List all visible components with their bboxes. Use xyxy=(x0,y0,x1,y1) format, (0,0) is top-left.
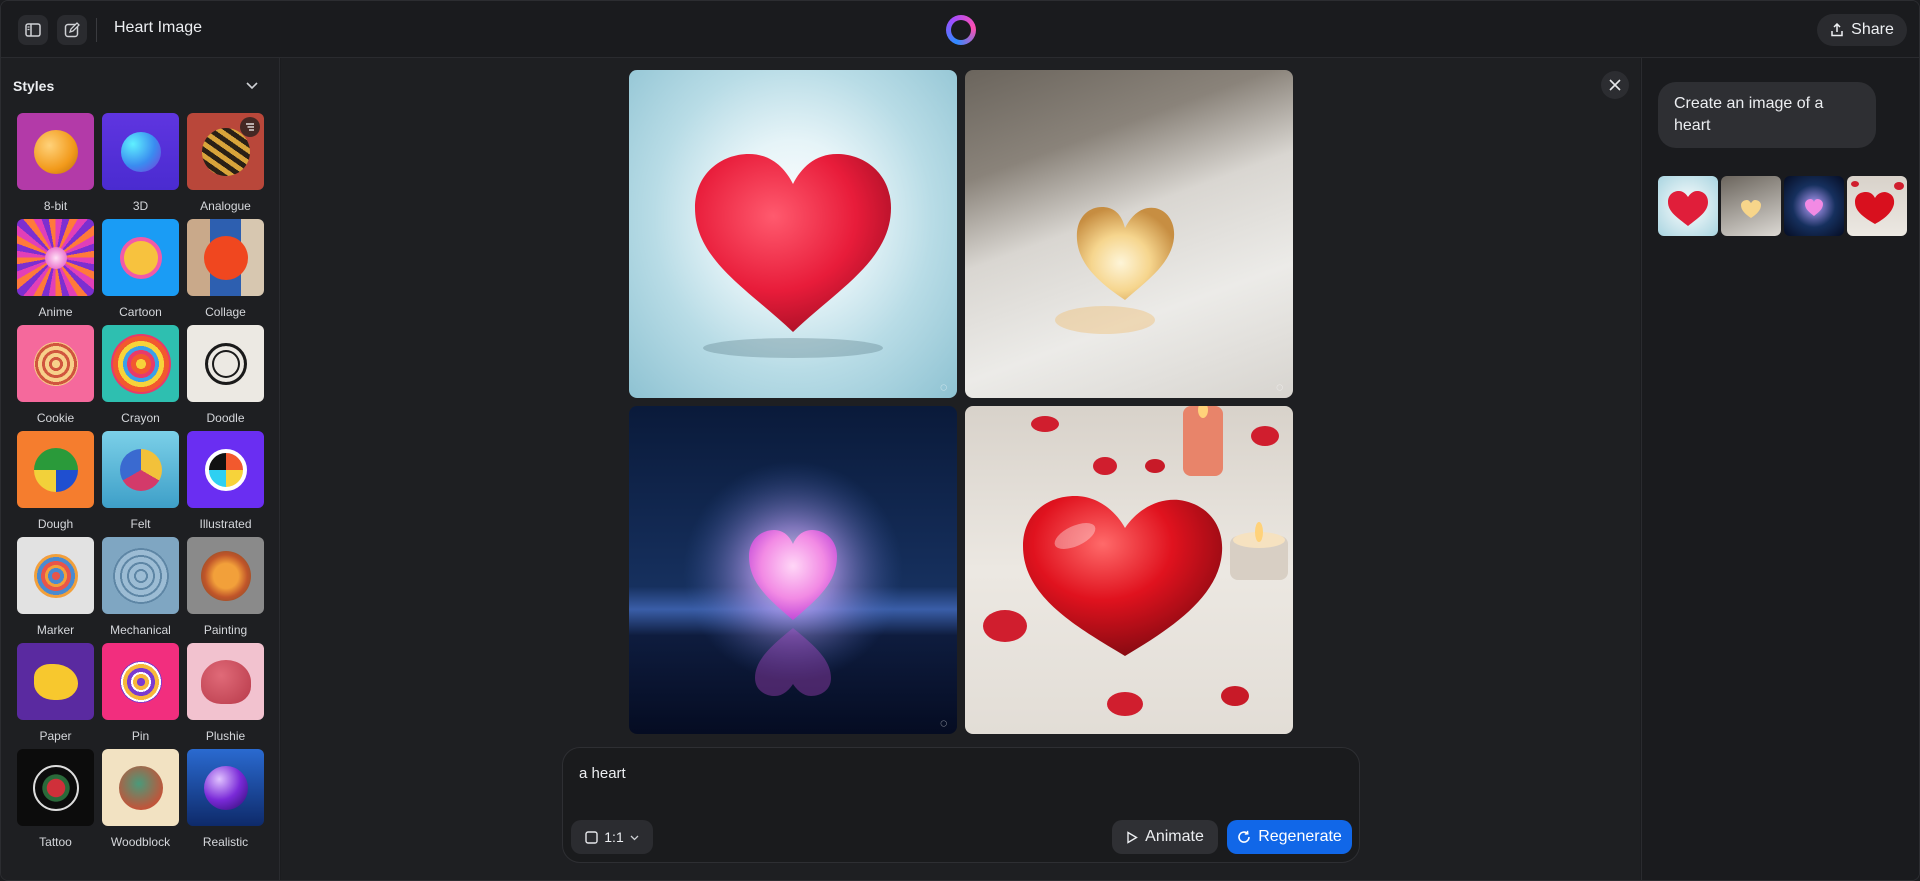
image-thumbnail-3[interactable] xyxy=(1784,176,1844,236)
regenerate-label: Regenerate xyxy=(1258,828,1342,845)
chat-panel: Create an image of a heart xyxy=(1641,58,1919,880)
style-thumbnail xyxy=(102,113,179,190)
animate-button[interactable]: Animate xyxy=(1112,820,1218,854)
generated-image-1[interactable]: ◯ xyxy=(629,70,957,398)
chevron-down-icon xyxy=(630,835,639,840)
sidebar-toggle-icon xyxy=(25,23,41,37)
refresh-icon xyxy=(1238,830,1250,843)
heart-icon xyxy=(1668,191,1708,226)
sidebar-toggle-button[interactable] xyxy=(18,15,48,45)
heart-icon xyxy=(1741,200,1761,218)
style-illustrated[interactable]: Illustrated xyxy=(183,431,268,537)
aspect-ratio-button[interactable]: 1:1 xyxy=(571,820,653,854)
menu-icon xyxy=(246,123,254,131)
style-cartoon[interactable]: Cartoon xyxy=(98,219,183,325)
style-anime[interactable]: Anime xyxy=(13,219,98,325)
image-thumbnail-4[interactable] xyxy=(1847,176,1907,236)
style-pin[interactable]: Pin xyxy=(98,643,183,749)
share-button[interactable]: Share xyxy=(1817,14,1907,46)
style-mechanical[interactable]: Mechanical xyxy=(98,537,183,643)
image-thumbnail-strip xyxy=(1658,176,1907,236)
style-8-bit[interactable]: 8-bit xyxy=(13,113,98,219)
style-thumbnail xyxy=(17,219,94,296)
prompt-input[interactable]: a heart xyxy=(579,765,626,782)
style-realistic[interactable]: Realistic xyxy=(183,749,268,855)
page-title: Heart Image xyxy=(114,19,203,36)
style-paper[interactable]: Paper xyxy=(13,643,98,749)
new-chat-icon xyxy=(64,22,80,38)
style-thumbnail xyxy=(17,537,94,614)
style-dough[interactable]: Dough xyxy=(13,431,98,537)
style-options-button[interactable] xyxy=(240,117,260,137)
styles-heading: Styles xyxy=(13,78,55,94)
style-thumbnail xyxy=(17,113,94,190)
regenerate-button[interactable]: Regenerate xyxy=(1227,820,1352,854)
style-thumbnail xyxy=(102,643,179,720)
style-tattoo[interactable]: Tattoo xyxy=(13,749,98,855)
style-collage[interactable]: Collage xyxy=(183,219,268,325)
generated-image-2[interactable]: ◯ xyxy=(965,70,1293,398)
style-thumbnail xyxy=(17,325,94,402)
heart-icon xyxy=(1851,181,1904,224)
heart-illustration xyxy=(695,154,891,358)
watermark: ◯ xyxy=(940,721,947,727)
new-chat-button[interactable] xyxy=(57,15,87,45)
meta-ai-logo xyxy=(946,15,976,45)
aspect-ratio-value: 1:1 xyxy=(604,829,624,845)
style-doodle[interactable]: Doodle xyxy=(183,325,268,431)
style-thumbnail xyxy=(187,537,264,614)
square-icon xyxy=(585,830,598,844)
style-3d[interactable]: 3D xyxy=(98,113,183,219)
style-thumbnail xyxy=(102,537,179,614)
style-thumbnail xyxy=(17,749,94,826)
app-window: Heart Image Share Styles 8-bit 3D Analog… xyxy=(0,0,1920,881)
style-thumbnail xyxy=(187,219,264,296)
style-thumbnail xyxy=(187,643,264,720)
style-thumbnail xyxy=(102,431,179,508)
heart-illustration xyxy=(983,406,1288,716)
share-label: Share xyxy=(1851,21,1894,38)
style-thumbnail xyxy=(102,749,179,826)
style-thumbnail xyxy=(17,431,94,508)
style-marker[interactable]: Marker xyxy=(13,537,98,643)
style-thumbnail xyxy=(102,325,179,402)
generated-image-4[interactable] xyxy=(965,406,1293,734)
generated-image-3[interactable]: ◯ xyxy=(629,406,957,734)
heart-illustration xyxy=(683,461,903,696)
heart-illustration xyxy=(1055,207,1175,334)
share-icon xyxy=(1831,23,1843,37)
style-grid: 8-bit 3D Analogue Anime Cartoon Collage … xyxy=(13,113,268,855)
user-message: Create an image of a heart xyxy=(1658,82,1876,148)
close-button[interactable] xyxy=(1601,71,1629,99)
style-thumbnail xyxy=(187,325,264,402)
styles-sidebar: Styles 8-bit 3D Analogue Anime Cartoon C… xyxy=(1,58,280,880)
style-thumbnail xyxy=(187,113,264,190)
style-felt[interactable]: Felt xyxy=(98,431,183,537)
style-cookie[interactable]: Cookie xyxy=(13,325,98,431)
watermark: ◯ xyxy=(1276,385,1283,391)
style-thumbnail xyxy=(187,749,264,826)
image-thumbnail-1[interactable] xyxy=(1658,176,1718,236)
style-crayon[interactable]: Crayon xyxy=(98,325,183,431)
style-analogue[interactable]: Analogue xyxy=(183,113,268,219)
style-thumbnail xyxy=(187,431,264,508)
style-painting[interactable]: Painting xyxy=(183,537,268,643)
heart-icon xyxy=(1805,199,1823,216)
style-plushie[interactable]: Plushie xyxy=(183,643,268,749)
divider xyxy=(96,18,97,42)
prompt-box[interactable]: a heart 1:1 Animate Regenerate xyxy=(562,747,1360,863)
style-woodblock[interactable]: Woodblock xyxy=(98,749,183,855)
style-thumbnail xyxy=(17,643,94,720)
top-bar: Heart Image Share xyxy=(1,1,1919,58)
play-icon xyxy=(1127,830,1139,844)
image-thumbnail-2[interactable] xyxy=(1721,176,1781,236)
watermark: ◯ xyxy=(940,385,947,391)
style-thumbnail xyxy=(102,219,179,296)
animate-label: Animate xyxy=(1145,828,1204,845)
chevron-down-icon[interactable] xyxy=(244,77,260,93)
close-icon xyxy=(1609,79,1621,91)
